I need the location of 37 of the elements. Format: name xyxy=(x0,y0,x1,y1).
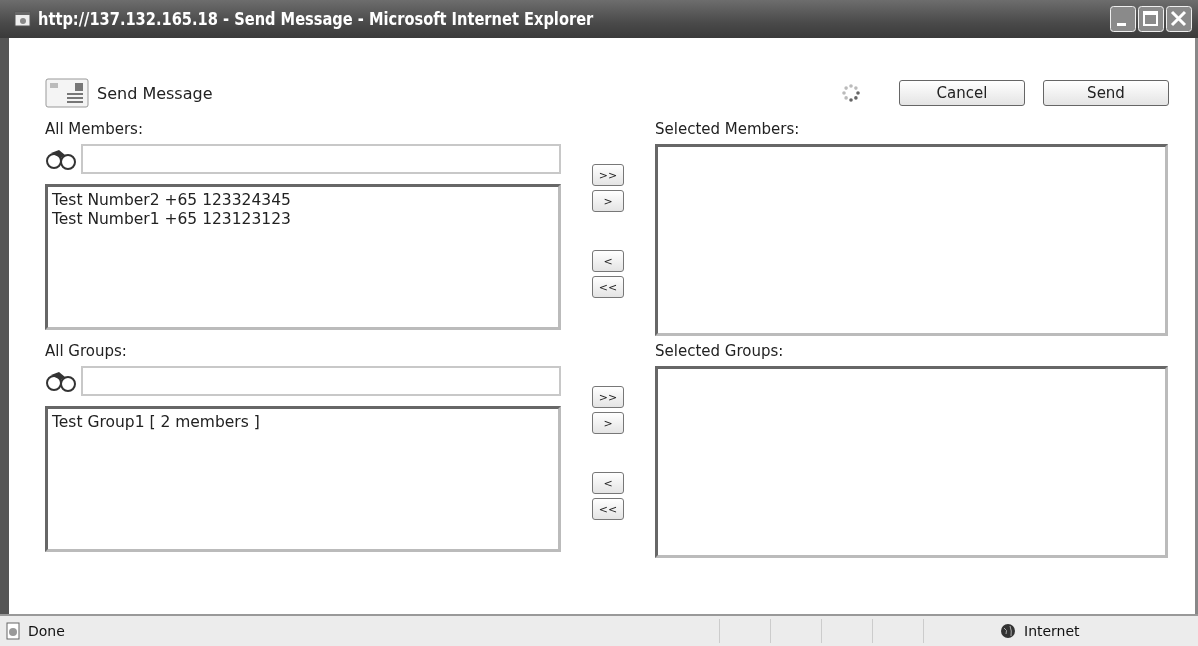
move-button[interactable]: < xyxy=(592,250,624,272)
move-button[interactable]: > xyxy=(592,190,624,212)
action-button[interactable]: Send xyxy=(1043,80,1169,106)
member-list[interactable]: Test Number2 +65 123324345 Test Number1 +65 123123123 xyxy=(45,184,561,330)
window-title: http://137.132.165.18 - Send Message - Microsoft Internet Explorer xyxy=(38,9,594,29)
action-button[interactable]: Cancel xyxy=(899,80,1025,106)
move-button[interactable]: >> xyxy=(592,386,624,408)
selected-list[interactable] xyxy=(655,144,1168,336)
maximize-button[interactable] xyxy=(1138,6,1164,32)
search-field[interactable] xyxy=(81,144,561,174)
close-button[interactable] xyxy=(1166,6,1192,32)
search-field[interactable] xyxy=(81,366,561,396)
binoculars-icon xyxy=(45,369,79,393)
binoculars-icon xyxy=(45,147,79,171)
list-item[interactable]: Test Group1 [ 2 members ] xyxy=(52,413,554,432)
move-button[interactable]: << xyxy=(592,498,624,520)
move-button[interactable]: >> xyxy=(592,164,624,186)
zone-text: Internet xyxy=(1024,623,1081,639)
list-item[interactable]: Test Number1 +65 123123123 xyxy=(52,210,554,229)
minimize-button[interactable] xyxy=(1110,6,1136,32)
loading-spinner-icon xyxy=(841,83,861,103)
message-icon xyxy=(45,78,89,108)
page-icon xyxy=(4,622,22,640)
browser-icon xyxy=(14,10,32,28)
page-title: Send Message xyxy=(97,83,213,103)
member-list[interactable]: Test Group1 [ 2 members ] xyxy=(45,406,561,552)
move-button[interactable]: > xyxy=(592,412,624,434)
section-label: All Members: xyxy=(45,120,144,140)
section-label: All Groups: xyxy=(45,342,128,362)
status-text: Done xyxy=(28,623,65,639)
section-label: Selected Members: xyxy=(655,120,801,140)
selected-list[interactable] xyxy=(655,366,1168,558)
section-label: Selected Groups: xyxy=(655,342,785,362)
move-button[interactable]: << xyxy=(592,276,624,298)
globe-icon xyxy=(1000,623,1016,639)
move-button[interactable]: < xyxy=(592,472,624,494)
list-item[interactable]: Test Number2 +65 123324345 xyxy=(52,191,554,210)
